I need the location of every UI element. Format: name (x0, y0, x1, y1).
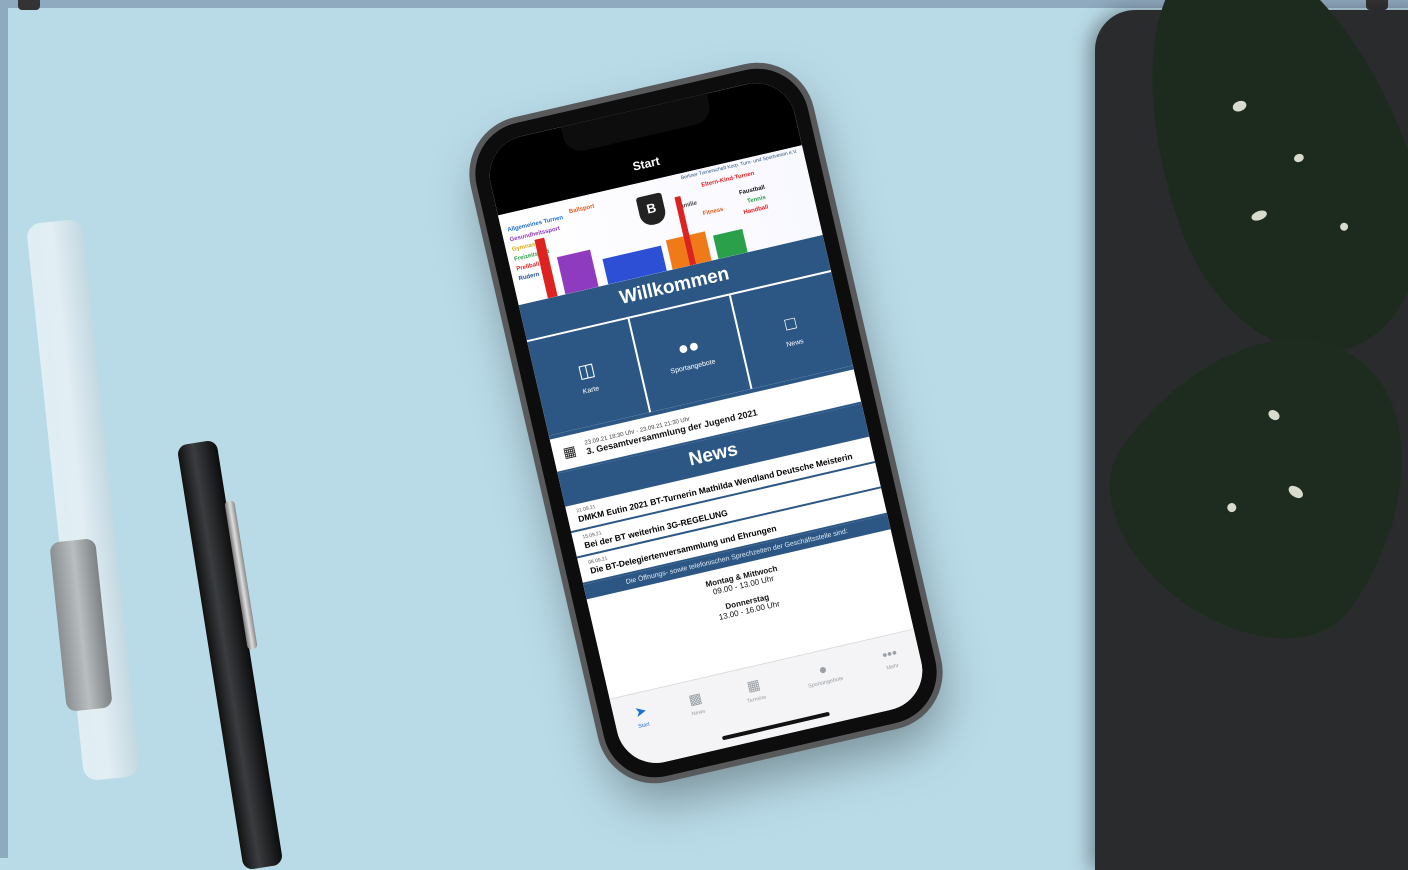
skyline-shape (556, 249, 599, 295)
calendar-icon: ▦ (561, 442, 578, 461)
corner-left-icon (18, 0, 40, 10)
tab-label: News (691, 708, 706, 718)
banner-word: Handball (743, 204, 770, 217)
tab-news[interactable]: ▩ News (687, 689, 706, 717)
tab-termine[interactable]: ▦ Termine (742, 675, 767, 705)
users-icon: ●● (675, 334, 702, 360)
more-icon: ••• (880, 644, 899, 664)
window-left-bar (0, 0, 8, 858)
tab-mehr[interactable]: ••• Mehr (881, 644, 901, 672)
banner-word: Tennis (746, 194, 767, 205)
tab-label: Start (637, 721, 651, 730)
banner-word: Rudern (518, 271, 541, 283)
tab-sportangebote[interactable]: ● Sportangebote (803, 657, 845, 690)
news-icon: ▩ (686, 689, 704, 708)
tab-bar: ➤ Start ▩ News ▦ Termine ● Sportangebote… (609, 628, 931, 771)
calendar-icon: ▦ (745, 675, 762, 695)
sports-icon: ● (816, 660, 829, 678)
banner-word: Fitness (702, 206, 725, 218)
tab-start[interactable]: ➤ Start (633, 702, 650, 730)
banner-word: Ballsport (568, 203, 596, 216)
tab-label: Mehr (885, 662, 900, 672)
corner-right-icon (1366, 0, 1388, 10)
tile-label: Sportangebote (669, 358, 717, 376)
map-icon: ◫ (575, 358, 598, 383)
chat-icon: □ (782, 312, 798, 335)
banner-word: Prellball (515, 261, 541, 273)
club-logo: B (635, 192, 668, 228)
tab-label: Termine (746, 694, 768, 705)
tile-label: Karte (582, 385, 601, 396)
nav-title: Start (631, 153, 662, 174)
tab-label: Sportangebote (807, 675, 845, 690)
smartphone: Start Berliner Turnerschaft Korp. Turn- … (464, 58, 948, 788)
tile-label: News (785, 338, 805, 349)
app-screen: Start Berliner Turnerschaft Korp. Turn- … (481, 75, 931, 771)
compass-icon: ➤ (633, 701, 649, 721)
skyline-shape (534, 237, 558, 299)
